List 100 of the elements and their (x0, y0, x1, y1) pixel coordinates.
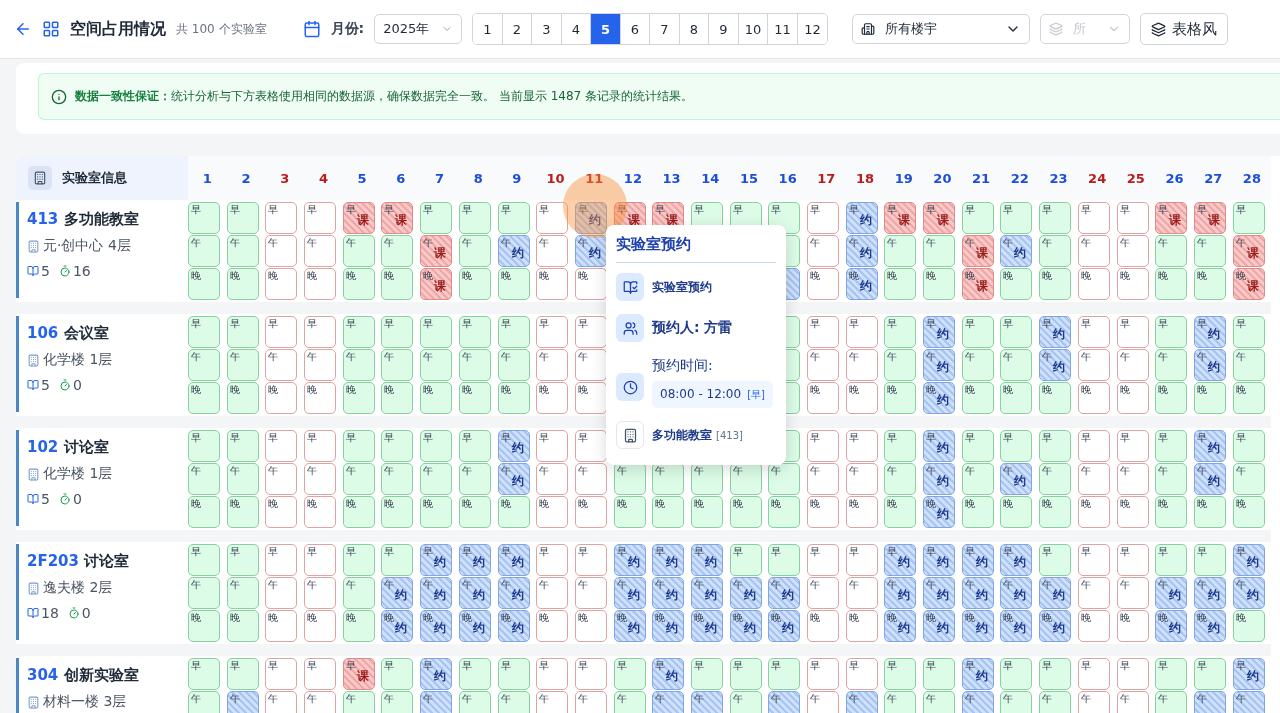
slot-cell[interactable]: 晚 (536, 382, 569, 414)
slot-cell[interactable]: 午 约 (458, 577, 491, 609)
slot-cell[interactable]: 午 (458, 349, 491, 381)
slot-cell[interactable]: 晚 约 (420, 610, 453, 642)
slot-cell[interactable]: 早 (1155, 430, 1188, 462)
slot-cell[interactable]: 午 (1232, 463, 1265, 495)
slot-cell[interactable]: 午 约 (768, 577, 801, 609)
slot-cell[interactable]: 早 (265, 202, 298, 234)
slot-cell[interactable]: 午 (845, 349, 878, 381)
slot-cell[interactable]: 早 (729, 658, 762, 690)
slot-cell[interactable]: 晚 (1039, 496, 1072, 528)
slot-cell[interactable]: 早 约 (961, 544, 994, 576)
slot-cell[interactable]: 早 (1155, 658, 1188, 690)
slot-cell[interactable]: 早 约 (845, 202, 878, 234)
slot-cell[interactable]: 晚 (226, 496, 259, 528)
slot-cell[interactable]: 午 (381, 235, 414, 267)
slot-cell[interactable]: 晚 约 (458, 610, 491, 642)
slot-cell[interactable]: 晚 (1116, 382, 1149, 414)
slot-cell[interactable]: 午 (1232, 349, 1265, 381)
slot-cell[interactable]: 午 (1155, 691, 1188, 713)
slot-cell[interactable]: 早 课 (381, 202, 414, 234)
slot-cell[interactable]: 早 (1077, 202, 1110, 234)
slot-cell[interactable]: 早 约 (497, 544, 530, 576)
slot-cell[interactable]: 晚 (1077, 496, 1110, 528)
slot-cell[interactable]: 午 (265, 235, 298, 267)
slot-cell[interactable]: 午 (1193, 235, 1226, 267)
slot-cell[interactable]: 早 (458, 316, 491, 348)
slot-cell[interactable]: 午 (226, 577, 259, 609)
slot-cell[interactable]: 晚 约 (768, 610, 801, 642)
slot-cell[interactable]: 晚 约 (845, 268, 878, 300)
slot-cell[interactable]: 晚 (342, 496, 375, 528)
slot-cell[interactable]: 早 (1193, 658, 1226, 690)
slot-cell[interactable]: 午 (768, 691, 801, 713)
slot-cell[interactable]: 晚 (304, 268, 337, 300)
slot-cell[interactable]: 午 (807, 349, 839, 381)
slot-cell[interactable]: 晚 (381, 496, 414, 528)
slot-cell[interactable]: 晚 (1116, 496, 1149, 528)
slot-cell[interactable]: 午 (884, 463, 917, 495)
slot-cell[interactable]: 晚 (497, 268, 530, 300)
slot-cell[interactable]: 午 (574, 577, 607, 609)
slot-cell[interactable]: 晚 (1039, 382, 1072, 414)
slot-cell[interactable]: 早 (1077, 658, 1110, 690)
slot-cell[interactable]: 午 约 (961, 577, 994, 609)
slot-cell[interactable]: 午 (420, 691, 453, 713)
slot-cell[interactable]: 午 约 (1000, 235, 1033, 267)
slot-cell[interactable]: 晚 (690, 496, 723, 528)
slot-cell[interactable]: 午 (536, 349, 569, 381)
slot-cell[interactable]: 晚 (265, 610, 298, 642)
slot-cell[interactable]: 早 (574, 316, 607, 348)
slot-cell[interactable]: 早 约 (1000, 544, 1033, 576)
slot-cell[interactable]: 午 (226, 349, 259, 381)
slot-cell[interactable]: 早 (1232, 316, 1265, 348)
slot-cell[interactable]: 早 约 (497, 430, 530, 462)
slot-cell[interactable]: 午 (1000, 691, 1033, 713)
slot-cell[interactable]: 晚 (574, 268, 607, 300)
slot-cell[interactable]: 晚 约 (690, 610, 723, 642)
slot-cell[interactable]: 早 (807, 544, 839, 576)
slot-cell[interactable]: 晚 (807, 496, 839, 528)
slot-cell[interactable]: 晚 约 (923, 496, 956, 528)
slot-cell[interactable]: 晚 (265, 496, 298, 528)
slot-cell[interactable]: 午 (768, 463, 801, 495)
slot-cell[interactable]: 午 约 (923, 463, 956, 495)
slot-cell[interactable]: 晚 (265, 268, 298, 300)
slot-cell[interactable]: 晚 (458, 496, 491, 528)
slot-cell[interactable]: 早 约 (1193, 316, 1226, 348)
slot-cell[interactable]: 晚 (188, 382, 220, 414)
slot-cell[interactable]: 早 课 (1155, 202, 1188, 234)
slot-cell[interactable]: 午 (923, 235, 956, 267)
slot-cell[interactable]: 晚 (1039, 268, 1072, 300)
slot-cell[interactable]: 早 (226, 544, 259, 576)
slot-cell[interactable]: 午 (1077, 349, 1110, 381)
slot-cell[interactable]: 晚 (304, 610, 337, 642)
slot-cell[interactable]: 早 (304, 658, 337, 690)
slot-cell[interactable]: 午 (265, 691, 298, 713)
slot-cell[interactable]: 晚 (1193, 382, 1226, 414)
slot-cell[interactable]: 晚 约 (884, 610, 917, 642)
slot-cell[interactable]: 午 (265, 349, 298, 381)
slot-cell[interactable]: 午 (1077, 235, 1110, 267)
slot-cell[interactable]: 晚 (1155, 268, 1188, 300)
slot-cell[interactable]: 早 (845, 658, 878, 690)
slot-cell[interactable]: 晚 (188, 610, 220, 642)
slot-cell[interactable]: 早 (1116, 316, 1149, 348)
slot-cell[interactable]: 晚 (265, 382, 298, 414)
slot-cell[interactable]: 午 (652, 691, 685, 713)
slot-cell[interactable]: 早 (536, 430, 569, 462)
slot-cell[interactable]: 晚 约 (923, 382, 956, 414)
month-button[interactable]: 5 (591, 14, 621, 44)
slot-cell[interactable]: 晚 (1000, 268, 1033, 300)
room-name[interactable]: 106 会议室 (27, 324, 188, 343)
slot-cell[interactable]: 午 (807, 235, 839, 267)
slot-cell[interactable]: 午 (961, 349, 994, 381)
slot-cell[interactable]: 晚 约 (923, 610, 956, 642)
slot-cell[interactable]: 晚 (1193, 268, 1226, 300)
slot-cell[interactable]: 午 (1193, 691, 1226, 713)
slot-cell[interactable]: 午 约 (497, 463, 530, 495)
slot-cell[interactable]: 午 (807, 691, 839, 713)
slot-cell[interactable]: 午 (381, 463, 414, 495)
slot-cell[interactable]: 早 约 (652, 658, 685, 690)
slot-cell[interactable]: 早 (845, 430, 878, 462)
slot-cell[interactable]: 晚 (536, 610, 569, 642)
